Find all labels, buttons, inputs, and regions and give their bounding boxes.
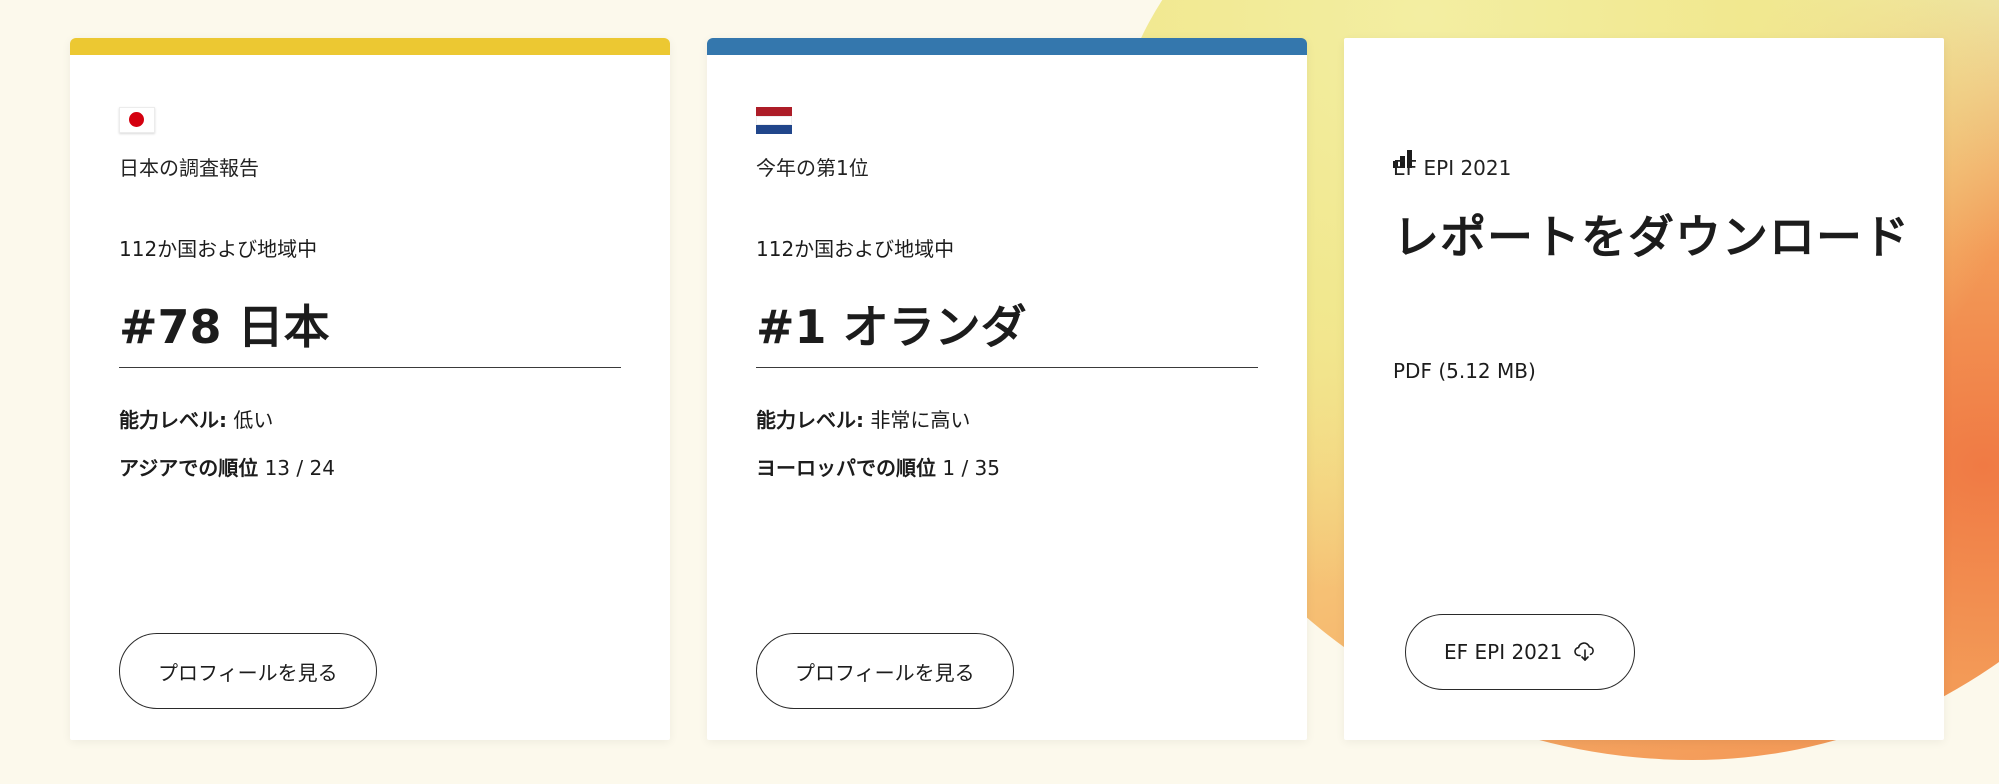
proficiency-level-value: 非常に高い <box>870 408 971 432</box>
view-profile-button-label: プロフィールを見る <box>795 660 975 685</box>
view-profile-button-label: プロフィールを見る <box>158 660 338 685</box>
download-title: レポートをダウンロード <box>1393 210 1910 264</box>
card-subtitle: 112か国および地域中 <box>119 237 318 261</box>
proficiency-level-label: 能力レベル: <box>756 408 864 432</box>
download-report-button[interactable]: EF EPI 2021 <box>1405 614 1636 690</box>
download-button-label: EF EPI 2021 <box>1444 640 1563 664</box>
proficiency-level-value: 低い <box>233 408 274 432</box>
card-eyebrow: 今年の第1位 <box>756 156 869 180</box>
proficiency-level-label: 能力レベル: <box>119 408 227 432</box>
view-profile-button[interactable]: プロフィールを見る <box>119 633 377 709</box>
file-info: PDF (5.12 MB) <box>1393 359 1536 383</box>
japan-flag-icon <box>119 107 155 133</box>
regional-rank-label: ヨーロッパでの順位 <box>756 456 936 480</box>
regional-rank-label: アジアでの順位 <box>119 456 259 480</box>
card-subtitle: 112か国および地域中 <box>756 237 955 261</box>
view-profile-button[interactable]: プロフィールを見る <box>756 633 1014 709</box>
regional-rank-value: 1 / 35 <box>942 456 1000 480</box>
japan-report-card: 日本の調査報告 112か国および地域中 #78 日本 能力レベル: 低い アジア… <box>70 38 670 740</box>
country-rank: #1 オランダ <box>756 301 1258 368</box>
card-eyebrow: EF EPI 2021 <box>1393 156 1512 180</box>
country-rank: #78 日本 <box>119 301 621 368</box>
page: 日本の調査報告 112か国および地域中 #78 日本 能力レベル: 低い アジア… <box>0 0 1999 784</box>
regional-rank: ヨーロッパでの順位 1 / 35 <box>756 455 1000 481</box>
netherlands-flag-icon <box>756 107 792 134</box>
download-report-card: EF EPI 2021 レポートをダウンロード PDF (5.12 MB) EF… <box>1344 38 1944 740</box>
cards-row: 日本の調査報告 112か国および地域中 #78 日本 能力レベル: 低い アジア… <box>70 38 1944 740</box>
card-eyebrow: 日本の調査報告 <box>119 156 259 180</box>
top-country-card: 今年の第1位 112か国および地域中 #1 オランダ 能力レベル: 非常に高い … <box>707 38 1307 740</box>
cloud-download-icon <box>1574 642 1596 662</box>
regional-rank-value: 13 / 24 <box>264 456 335 480</box>
proficiency-level: 能力レベル: 非常に高い <box>756 407 970 433</box>
regional-rank: アジアでの順位 13 / 24 <box>119 455 335 481</box>
proficiency-level: 能力レベル: 低い <box>119 407 273 433</box>
